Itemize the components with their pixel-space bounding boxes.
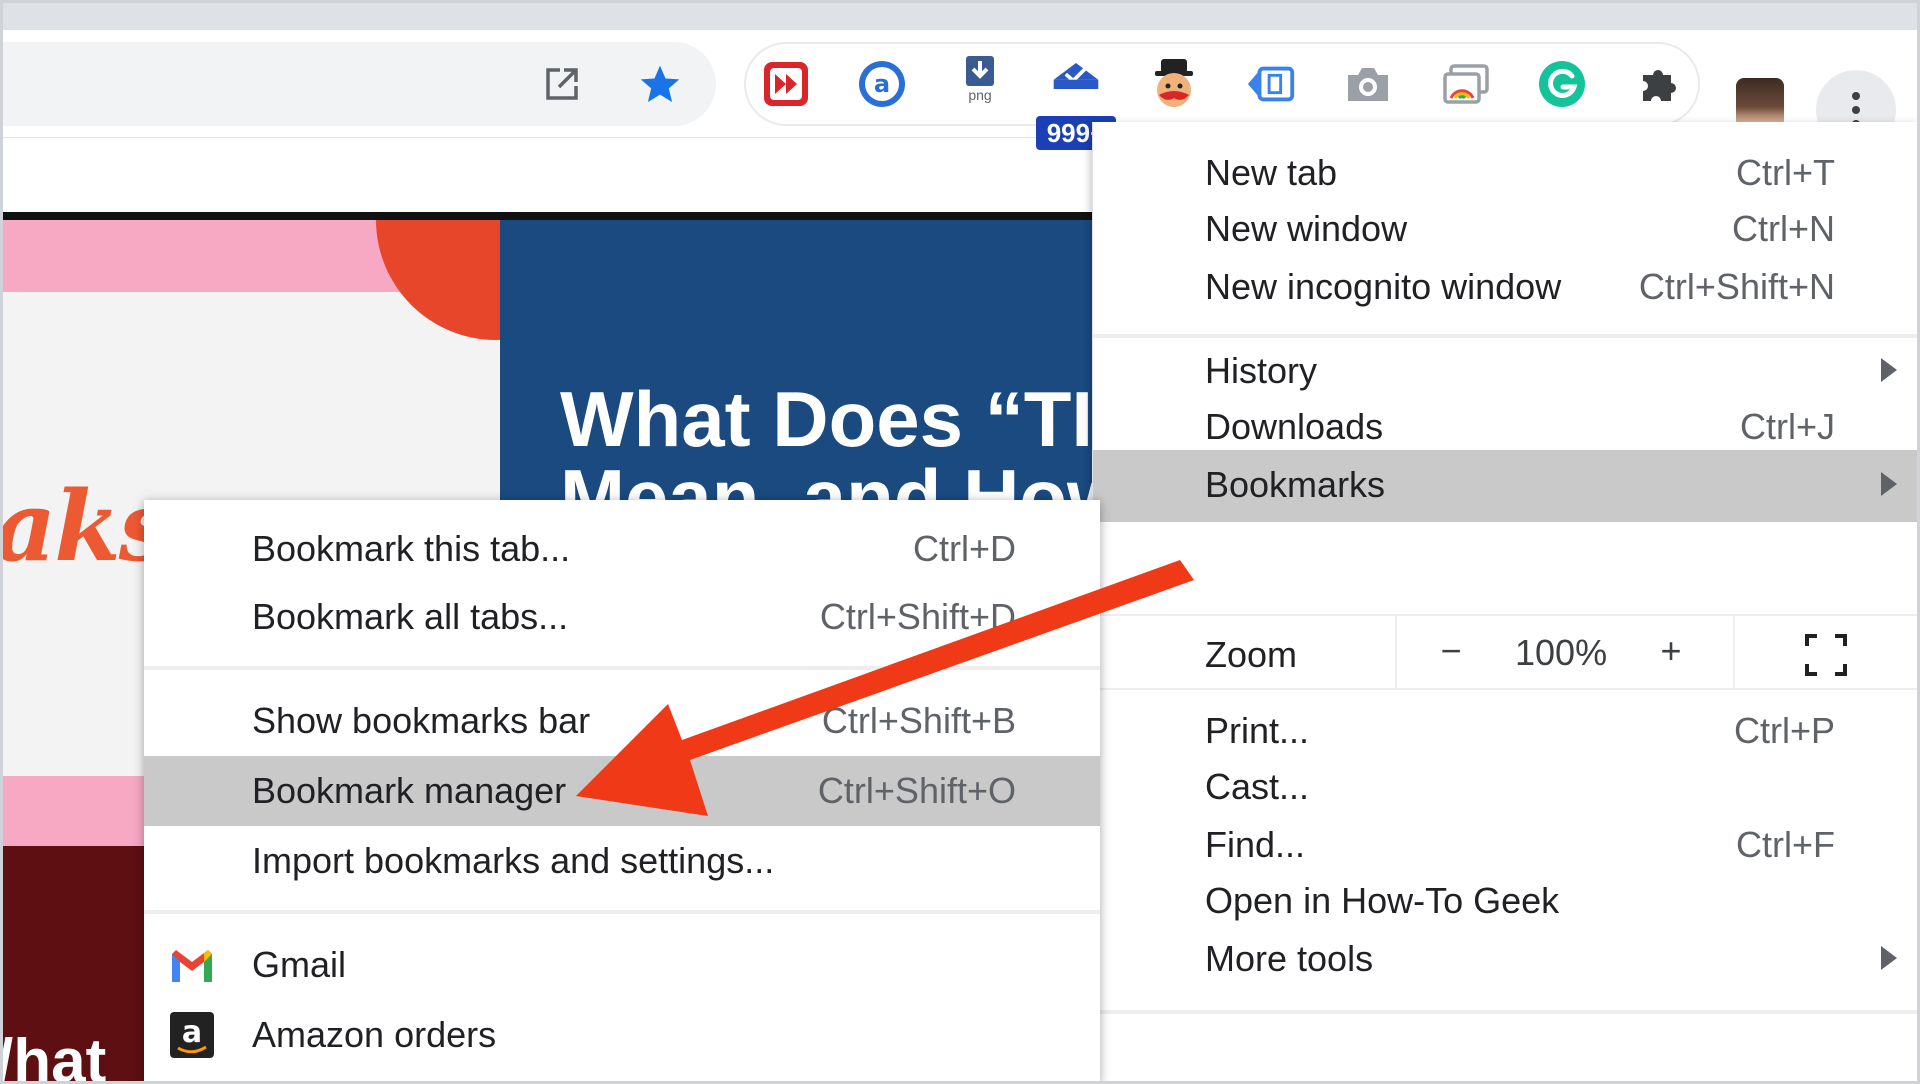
submenu-item-amazon-orders[interactable]: a Amazon orders	[144, 1000, 1100, 1070]
submenu-divider	[144, 910, 1100, 914]
mustache-man-extension-icon[interactable]	[1148, 58, 1200, 110]
zoom-separator	[1395, 616, 1397, 688]
zoom-out-button[interactable]: −	[1421, 630, 1481, 672]
cast-window-extension-icon[interactable]	[1440, 58, 1492, 110]
zoom-label: Zoom	[1205, 634, 1298, 675]
reader-extension-icon[interactable]	[1246, 58, 1298, 110]
open-in-new-icon[interactable]	[540, 62, 584, 106]
zoom-row: Zoom − 100% +	[1093, 614, 1920, 690]
svg-text:a: a	[182, 1015, 202, 1050]
submenu-arrow-icon	[1881, 472, 1897, 496]
page-header-rule	[0, 212, 1092, 220]
amazon-icon: a	[170, 1012, 214, 1058]
submenu-item-bookmark-manager[interactable]: Bookmark manager Ctrl+Shift+O	[144, 756, 1100, 826]
gmail-icon	[172, 950, 212, 982]
card-bottom-partial-text: /hat	[0, 1027, 107, 1084]
inbox-counter-extension-icon[interactable]	[1050, 50, 1102, 102]
png-label: png	[968, 87, 992, 103]
submenu-item-bookmark-all-tabs[interactable]: Bookmark all tabs... Ctrl+Shift+D	[144, 582, 1100, 652]
a-circle-extension-icon[interactable]: a	[856, 58, 908, 110]
submenu-item-bookmark-this-tab[interactable]: Bookmark this tab... Ctrl+D	[144, 514, 1100, 584]
tab-strip	[0, 0, 1920, 30]
headline-line-1: What Does “TIH	[560, 375, 1092, 463]
submenu-divider	[144, 666, 1100, 670]
zoom-level: 100%	[1515, 632, 1608, 673]
camera-extension-icon[interactable]	[1342, 58, 1394, 110]
png-download-extension-icon[interactable]: png	[954, 52, 1006, 104]
svg-text:a: a	[874, 70, 890, 98]
menu-divider	[1093, 1010, 1920, 1014]
submenu-arrow-icon	[1881, 946, 1897, 970]
chrome-main-menu: New tab Ctrl+T New window Ctrl+N New inc…	[1092, 122, 1920, 1084]
card-orange-circle	[376, 220, 500, 340]
submenu-item-gmail[interactable]: Gmail	[144, 930, 1100, 1000]
zoom-in-button[interactable]: +	[1641, 630, 1701, 672]
speed-forward-extension-icon[interactable]	[760, 58, 812, 110]
extensions-puzzle-icon[interactable]	[1634, 58, 1686, 110]
menu-item-more-tools[interactable]: More tools	[1093, 924, 1920, 994]
submenu-item-show-bookmarks-bar[interactable]: Show bookmarks bar Ctrl+Shift+B	[144, 686, 1100, 756]
menu-item-new-incognito-window[interactable]: New incognito window Ctrl+Shift+N	[1093, 252, 1920, 322]
bookmark-star-icon[interactable]	[638, 62, 682, 106]
submenu-arrow-icon	[1881, 358, 1897, 382]
fullscreen-icon[interactable]	[1805, 634, 1847, 676]
menu-item-bookmarks[interactable]: Bookmarks	[1093, 450, 1920, 522]
address-bar[interactable]	[0, 42, 716, 126]
submenu-item-import-bookmarks[interactable]: Import bookmarks and settings...	[144, 826, 1100, 896]
bookmarks-submenu: Bookmark this tab... Ctrl+D Bookmark all…	[144, 500, 1100, 1084]
grammarly-icon[interactable]	[1536, 58, 1588, 110]
zoom-separator	[1733, 616, 1735, 688]
